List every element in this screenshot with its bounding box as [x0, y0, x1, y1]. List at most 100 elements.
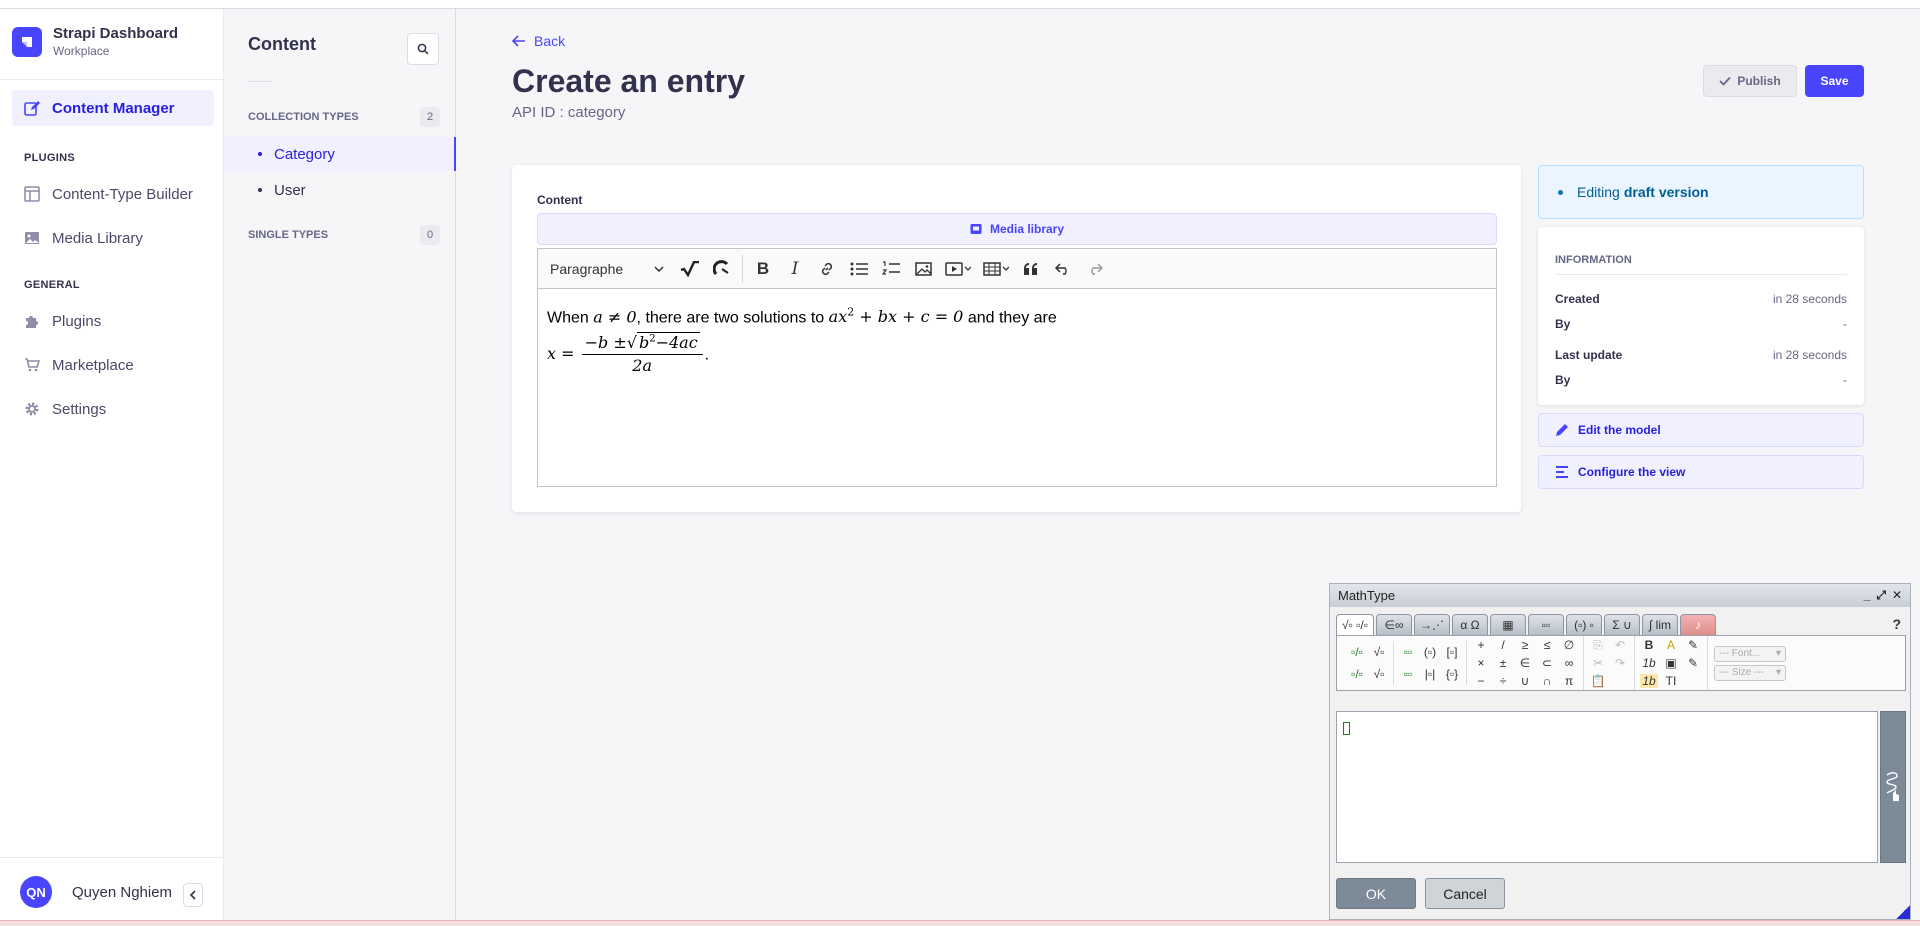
subset-icon[interactable]: ⊂	[1538, 656, 1556, 670]
minimize-icon[interactable]: _	[1864, 588, 1871, 603]
redo-button[interactable]	[1079, 254, 1111, 284]
bold-button[interactable]: B	[747, 254, 779, 284]
italic-button[interactable]: I	[779, 254, 811, 284]
absolute-value-icon[interactable]: |▫|	[1421, 667, 1439, 681]
copy-icon[interactable]: ⎘	[1589, 638, 1607, 653]
math-formula[interactable]: a ≠ 0	[593, 307, 636, 326]
bulleted-list-button[interactable]	[843, 254, 875, 284]
mathtype-button[interactable]	[674, 254, 706, 284]
nav-item-content-manager[interactable]: Content Manager	[12, 90, 214, 126]
superscript-icon[interactable]: ▫▫	[1399, 645, 1417, 659]
collection-types-header[interactable]: COLLECTION TYPES 2	[248, 107, 440, 127]
nav-item-label: Settings	[52, 400, 107, 418]
math-formula[interactable]: ax2 + bx + c = 0	[829, 306, 964, 326]
subnav-item-category[interactable]: Category	[224, 137, 456, 171]
divide-icon[interactable]: ÷	[1494, 674, 1512, 688]
bevelled-fraction-icon[interactable]: ▫/▫	[1348, 667, 1366, 681]
tab-arrows[interactable]: →⋰	[1414, 614, 1451, 635]
chemtype-button[interactable]	[706, 254, 738, 284]
minus-icon[interactable]: −	[1472, 674, 1490, 688]
subscript-icon[interactable]: ▫▫	[1399, 667, 1417, 681]
tab-calculus[interactable]: ∫ lim	[1642, 614, 1679, 635]
tab-contextual[interactable]: ♪	[1680, 614, 1717, 635]
math-formula-quadratic[interactable]: x = −b ±√ b2−4ac 2a	[547, 331, 705, 375]
save-button[interactable]: Save	[1805, 65, 1864, 97]
close-icon[interactable]: ✕	[1892, 588, 1902, 603]
maximize-icon[interactable]: ⤢	[1876, 588, 1886, 603]
nav-item-content-type-builder[interactable]: Content-Type Builder	[12, 176, 214, 212]
handwriting-icon[interactable]: ✎	[1684, 638, 1702, 652]
single-types-header[interactable]: SINGLE TYPES 0	[248, 225, 440, 245]
search-button[interactable]	[407, 33, 439, 65]
subnav-item-user[interactable]: User	[224, 173, 456, 207]
italic-icon[interactable]: 1b	[1640, 656, 1658, 670]
times-icon[interactable]: ×	[1472, 656, 1490, 670]
pi-icon[interactable]: π	[1560, 674, 1578, 688]
publish-button[interactable]: Publish	[1703, 65, 1797, 97]
latex-icon[interactable]: ✎	[1684, 656, 1702, 670]
help-icon[interactable]: ?	[1892, 616, 1901, 632]
tab-greek[interactable]: α Ω	[1452, 614, 1489, 635]
insert-media-button[interactable]	[939, 254, 977, 284]
less-equal-icon[interactable]: ≤	[1538, 638, 1556, 652]
user-profile[interactable]: QN Quyen Nghiem	[20, 876, 172, 908]
nth-root-icon[interactable]: √▫	[1370, 667, 1388, 681]
plus-minus-icon[interactable]: ±	[1494, 656, 1512, 670]
intersection-icon[interactable]: ∩	[1538, 674, 1556, 688]
undo-button[interactable]	[1047, 254, 1079, 284]
sqrt-icon[interactable]: √▫	[1370, 645, 1388, 659]
infinity-icon[interactable]: ∞	[1560, 656, 1578, 670]
resize-handle-icon[interactable]	[1896, 905, 1910, 919]
fraction-icon[interactable]: ▫/▫	[1348, 645, 1366, 659]
handwriting-toggle[interactable]	[1880, 711, 1906, 863]
formula-input-area[interactable]	[1336, 711, 1878, 863]
numbered-list-button[interactable]	[875, 254, 907, 284]
plus-icon[interactable]: +	[1472, 638, 1490, 652]
bold-icon[interactable]: B	[1640, 638, 1658, 652]
tab-scripts[interactable]: ▫▫	[1528, 614, 1565, 635]
cancel-button[interactable]: Cancel	[1425, 878, 1505, 909]
tab-general[interactable]: √▫ ▫/▫	[1336, 614, 1375, 635]
tab-matrices[interactable]: ▦	[1490, 614, 1527, 635]
text-mode-icon[interactable]: TI	[1662, 674, 1680, 688]
tab-sum-union[interactable]: Σ ∪	[1604, 614, 1641, 635]
font-select[interactable]: --- Font... ▾	[1714, 645, 1786, 662]
edit-model-button[interactable]: Edit the model	[1538, 413, 1864, 447]
mathtype-titlebar[interactable]: MathType _ ⤢ ✕	[1330, 584, 1910, 607]
nav-item-settings[interactable]: Settings	[12, 391, 214, 427]
insert-table-button[interactable]	[977, 254, 1015, 284]
configure-view-button[interactable]: Configure the view	[1538, 455, 1864, 489]
tab-symbols[interactable]: ∈∞	[1376, 614, 1413, 635]
blockquote-button[interactable]	[1015, 254, 1047, 284]
union-icon[interactable]: ∪	[1516, 674, 1534, 688]
rich-text-editor[interactable]: Paragraphe B I When a ≠ 0, there are two…	[537, 248, 1497, 487]
element-of-icon[interactable]: ∈	[1516, 656, 1534, 670]
nav-item-plugins[interactable]: Plugins	[12, 303, 214, 339]
greater-equal-icon[interactable]: ≥	[1516, 638, 1534, 652]
special-char-icon[interactable]: ▣	[1662, 656, 1680, 670]
insert-image-button[interactable]	[907, 254, 939, 284]
nav-item-marketplace[interactable]: Marketplace	[12, 347, 214, 383]
media-library-button[interactable]: Media library	[537, 213, 1497, 245]
ok-button[interactable]: OK	[1336, 878, 1416, 909]
slash-icon[interactable]: /	[1494, 638, 1512, 652]
square-brackets-icon[interactable]: [▫]	[1443, 645, 1461, 659]
curly-brackets-icon[interactable]: {▫}	[1443, 667, 1461, 681]
redo-icon[interactable]: ↷	[1611, 656, 1629, 670]
paragraph-format-select[interactable]: Paragraphe	[540, 254, 674, 284]
font-color-icon[interactable]: A	[1662, 638, 1680, 652]
paste-icon[interactable]: 📋	[1589, 674, 1607, 688]
math-italic-icon[interactable]: 1b	[1640, 674, 1658, 688]
nav-item-label: Marketplace	[52, 356, 134, 374]
undo-icon[interactable]: ↶	[1611, 638, 1629, 652]
editor-content[interactable]: When a ≠ 0, there are two solutions to a…	[538, 289, 1496, 394]
tab-brackets[interactable]: (▫) ▫	[1566, 614, 1603, 635]
cut-icon[interactable]: ✂	[1589, 656, 1607, 670]
parentheses-icon[interactable]: (▫)	[1421, 645, 1439, 659]
link-button[interactable]	[811, 254, 843, 284]
back-link[interactable]: Back	[512, 33, 565, 49]
nav-item-media-library[interactable]: Media Library	[12, 220, 214, 256]
empty-set-icon[interactable]: ∅	[1560, 638, 1578, 652]
collapse-nav-button[interactable]	[183, 883, 203, 907]
size-select[interactable]: --- Size --- ▾	[1714, 664, 1786, 681]
